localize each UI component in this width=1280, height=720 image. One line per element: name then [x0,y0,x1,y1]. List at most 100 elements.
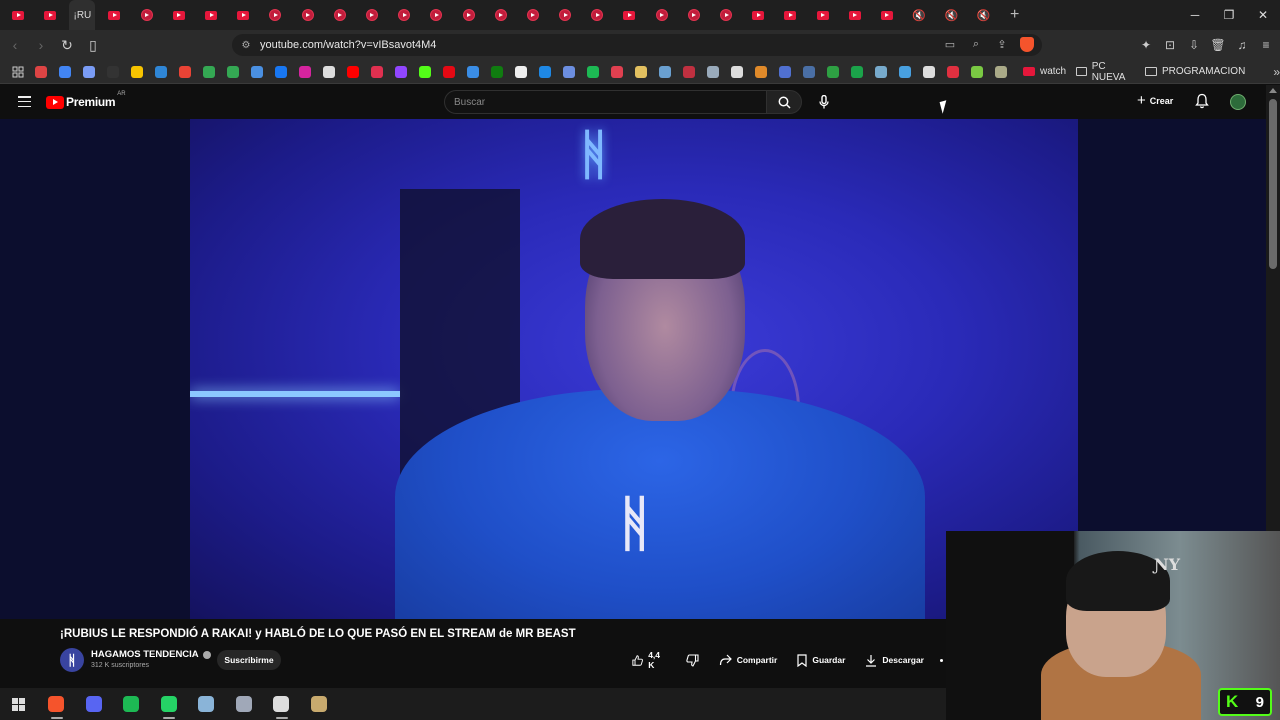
active-browser-tab[interactable]: ¡RU [69,0,96,30]
bookmark-item[interactable] [53,60,77,84]
browser-tab[interactable] [292,0,324,30]
bookmark-item[interactable] [773,60,797,84]
browser-tab[interactable] [871,0,903,30]
browser-tab[interactable] [195,0,227,30]
bookmark-item[interactable] [149,60,173,84]
bookmark-item[interactable] [365,60,389,84]
bookmark-item[interactable] [413,60,437,84]
forward-button[interactable]: › [30,34,52,56]
bookmark-item[interactable] [917,60,941,84]
bookmark-watch[interactable]: watch [1022,66,1066,77]
browser-tab[interactable] [581,0,613,30]
muted-browser-tab[interactable]: 🔇 [967,0,999,30]
download-button[interactable]: Descargar [865,654,924,667]
screenshot-icon[interactable]: ⊡ [1162,34,1178,56]
menu-icon[interactable]: ≡ [1258,34,1274,56]
bookmark-item[interactable] [221,60,245,84]
browser-tab[interactable] [163,0,195,30]
notifications-button[interactable] [1195,93,1209,114]
bookmark-item[interactable] [533,60,557,84]
bookmark-item[interactable] [797,60,821,84]
subscribe-button[interactable]: Suscribirme [217,650,281,670]
share-button[interactable]: Compartir [719,654,777,666]
browser-tab[interactable] [98,0,130,30]
browser-tab[interactable] [517,0,549,30]
bookmark-item[interactable] [701,60,725,84]
browser-tab[interactable] [646,0,678,30]
reload-button[interactable]: ↻ [56,34,78,56]
muted-browser-tab[interactable]: 🔇 [903,0,935,30]
apps-grid-icon[interactable] [8,60,29,84]
share-icon[interactable]: ⇪ [994,38,1010,51]
browser-tab[interactable] [839,0,871,30]
bookmark-item[interactable] [389,60,413,84]
bookmark-item[interactable] [461,60,485,84]
bookmark-item[interactable] [749,60,773,84]
bookmark-item[interactable] [629,60,653,84]
bookmark-item[interactable] [269,60,293,84]
taskbar-app[interactable] [0,688,38,720]
back-button[interactable]: ‹ [4,34,26,56]
browser-tab[interactable] [324,0,356,30]
address-bar[interactable]: ⚙ youtube.com/watch?v=vIBsavot4M4 ▭ ⌕ ⇪ [232,34,1042,56]
channel-name-link[interactable]: HAGAMOS TENDENCIA [91,649,211,660]
extensions-icon[interactable]: ✦ [1138,34,1154,56]
browser-tab[interactable] [710,0,742,30]
browser-tab[interactable] [2,0,34,30]
bookmark-item[interactable] [125,60,149,84]
voice-search-button[interactable] [812,90,836,114]
browser-tab[interactable] [131,0,163,30]
taskbar-app[interactable] [225,688,263,720]
bookmark-item[interactable] [845,60,869,84]
browser-tab[interactable] [227,0,259,30]
dislike-button[interactable] [686,653,699,667]
close-window-button[interactable]: ✕ [1246,0,1280,30]
youtube-logo[interactable]: Premium AR [46,91,126,109]
bookmark-item[interactable] [557,60,581,84]
video-frame[interactable]: ᚻ ᚻ [190,119,1078,619]
minimize-button[interactable]: ─ [1178,0,1212,30]
bookmark-item[interactable] [101,60,125,84]
taskbar-app[interactable] [263,688,301,720]
browser-tab[interactable] [485,0,517,30]
channel-avatar[interactable]: ᚻ [60,648,84,672]
browser-tab[interactable] [613,0,645,30]
hamburger-menu-icon[interactable] [18,96,31,107]
more-actions-icon[interactable] [940,659,943,662]
search-input[interactable]: Buscar [444,90,766,114]
browser-tab[interactable] [259,0,291,30]
bookmark-item[interactable] [677,60,701,84]
taskbar-app[interactable] [113,688,151,720]
search-button[interactable] [766,90,802,114]
brave-shields-icon[interactable] [1020,37,1034,52]
new-tab-button[interactable]: + [1000,0,1030,30]
taskbar-app[interactable] [150,688,188,720]
bookmark-item[interactable] [965,60,989,84]
bookmark-item[interactable] [893,60,917,84]
scroll-thumb[interactable] [1269,99,1277,269]
trash-icon[interactable]: 🗑 [1210,34,1226,56]
site-info-icon[interactable]: ⚙ [236,40,256,51]
bookmark-item[interactable] [341,60,365,84]
browser-tab[interactable] [34,0,66,30]
bookmark-item[interactable] [869,60,893,84]
browser-tab[interactable] [774,0,806,30]
taskbar-app[interactable] [300,688,338,720]
save-button[interactable]: Guardar [797,653,845,667]
browser-tab[interactable] [388,0,420,30]
bookmark-item[interactable] [293,60,317,84]
bookmark-item[interactable] [725,60,749,84]
bookmark-item[interactable] [989,60,1013,84]
bookmark-item[interactable] [77,60,101,84]
bookmark-item[interactable] [821,60,845,84]
like-button[interactable]: 4,4 K [632,650,666,670]
taskbar-app[interactable] [38,688,76,720]
muted-browser-tab[interactable]: 🔇 [935,0,967,30]
bookmark-item[interactable] [653,60,677,84]
bookmark-item[interactable] [581,60,605,84]
bookmark-item[interactable] [485,60,509,84]
browser-tab[interactable] [549,0,581,30]
bookmark-item[interactable] [245,60,269,84]
more-bookmarks-icon[interactable]: » [1273,65,1280,79]
account-avatar[interactable] [1230,94,1246,110]
